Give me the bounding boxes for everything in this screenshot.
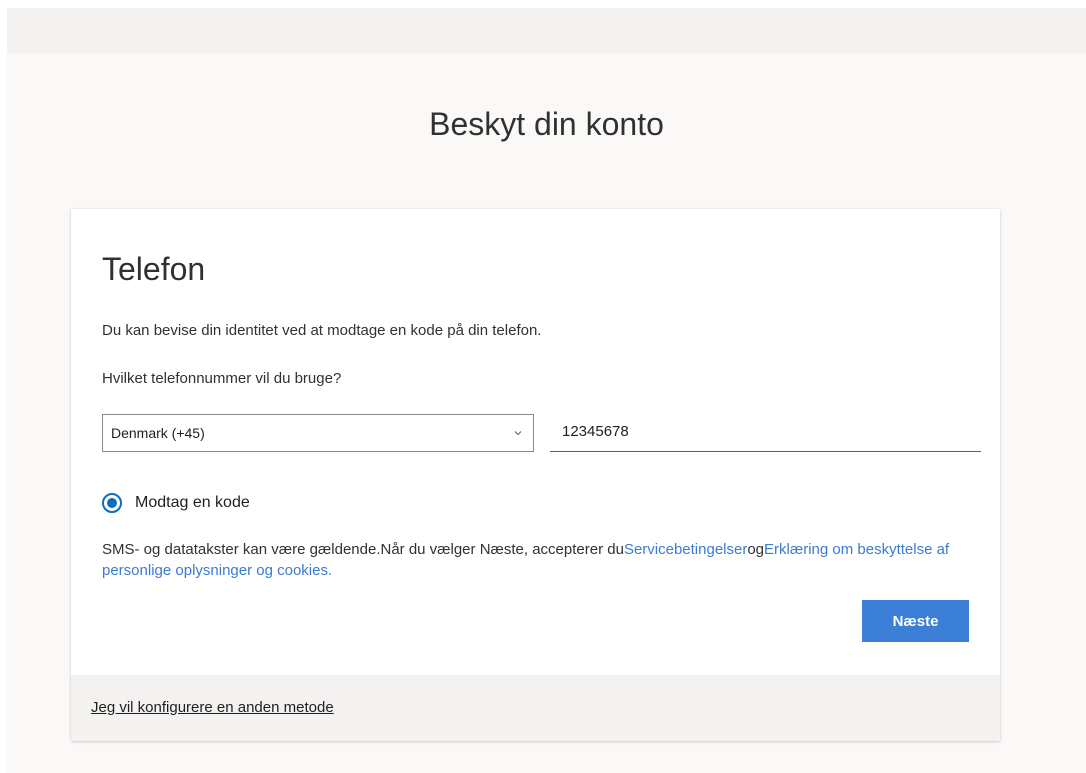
legal-text: SMS- og datatakster kan være gældende.Nå… xyxy=(102,541,624,558)
legal-notice: SMS- og datatakster kan være gældende.Nå… xyxy=(102,539,982,581)
phone-question-label: Hvilket telefonnummer vil du bruge? xyxy=(102,370,342,387)
other-method-link[interactable]: Jeg vil konfigurere en anden metode xyxy=(91,699,334,716)
card-footer: Jeg vil konfigurere en anden metode xyxy=(71,675,1000,741)
top-bar xyxy=(7,8,1086,53)
country-code-value: Denmark (+45) xyxy=(111,425,205,441)
chevron-down-icon xyxy=(514,431,522,436)
terms-link[interactable]: Servicebetingelser xyxy=(624,541,747,558)
radio-dot xyxy=(107,498,117,508)
next-button[interactable]: Næste xyxy=(862,600,969,642)
page-title: Beskyt din konto xyxy=(429,106,664,142)
receive-code-label: Modtag en kode xyxy=(135,494,250,511)
radio-button-selected[interactable] xyxy=(102,493,122,513)
page-background: Beskyt din konto Telefon Du kan bevise d… xyxy=(7,8,1086,773)
card-title: Telefon xyxy=(102,251,206,287)
legal-connector: og xyxy=(747,541,765,558)
country-code-select[interactable]: Denmark (+45) xyxy=(102,414,534,452)
phone-setup-card: Telefon Du kan bevise din identitet ved … xyxy=(71,209,1000,741)
description-text: Du kan bevise din identitet ved at modta… xyxy=(102,322,542,339)
phone-number-input[interactable] xyxy=(550,414,981,452)
